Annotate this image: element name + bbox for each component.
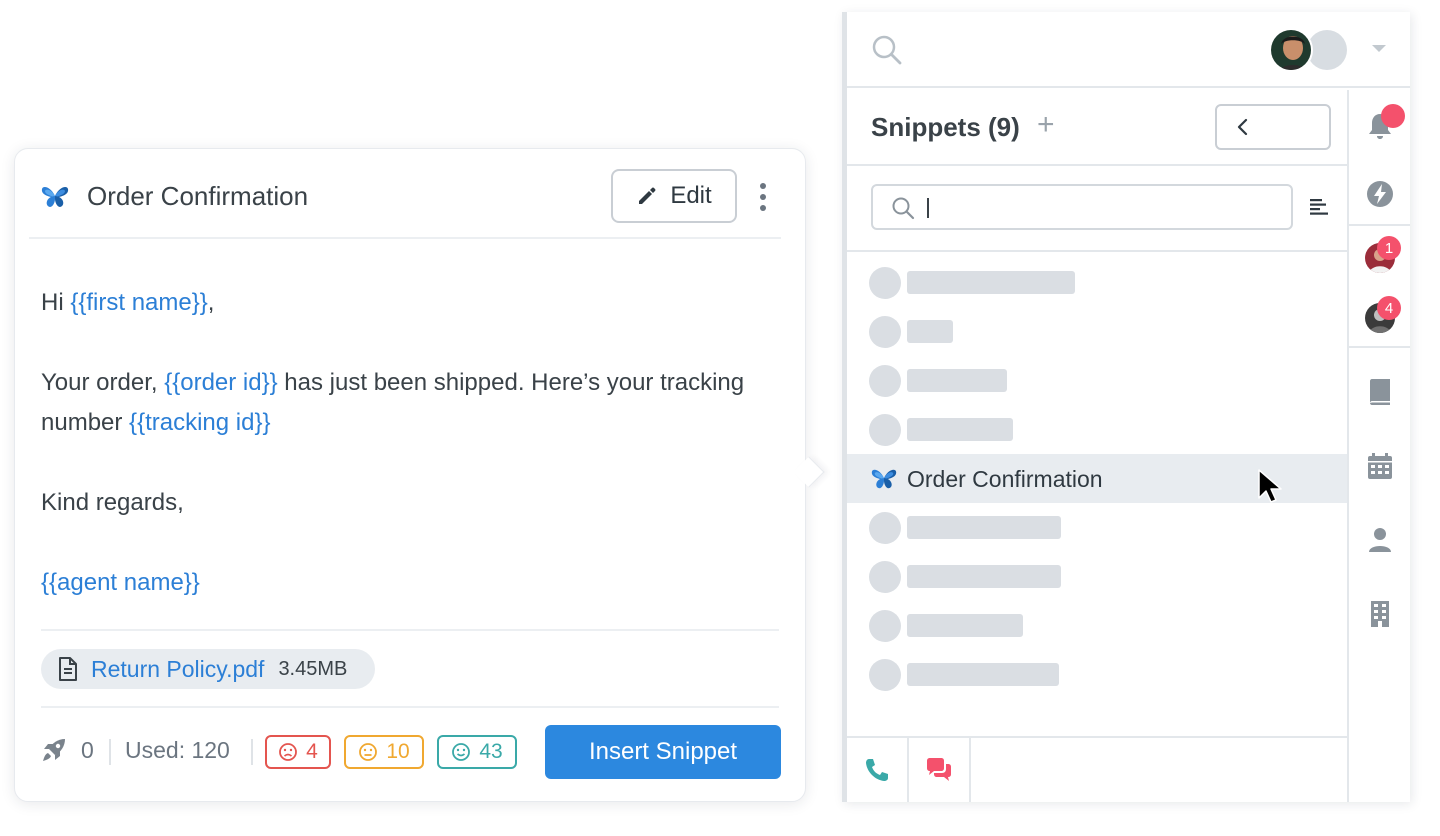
notification-dot (1381, 104, 1405, 128)
snippet-footer: 0 Used: 120 4 10 43 Insert Snippet (39, 725, 781, 779)
top-bar (847, 12, 1410, 88)
attachment-name: Return Policy.pdf (91, 655, 265, 682)
order-id-variable: {{order id}} (164, 369, 278, 396)
sad-rating-badge: 4 (265, 735, 331, 769)
separator (109, 739, 111, 765)
separator (251, 739, 253, 765)
neutral-face-icon (359, 743, 378, 761)
order-line: Your order, {{order id}} has just been s… (41, 369, 745, 436)
add-snippet-button[interactable]: + (1037, 108, 1055, 142)
list-item[interactable] (847, 650, 1347, 699)
snippet-title: Order Confirmation (87, 181, 309, 211)
snippet-body: Hi {{first name}}, Your order, {{order i… (41, 283, 781, 603)
sort-icon[interactable] (1309, 198, 1329, 216)
list-item[interactable] (847, 503, 1347, 552)
collapse-panel-button[interactable] (1215, 104, 1331, 150)
snippet-card-header: Order Confirmation Edit (29, 159, 781, 239)
snippet-preview-card: Order Confirmation Edit Hi {{first name}… (14, 148, 806, 802)
neutral-rating-badge: 10 (344, 735, 424, 769)
quick-actions-button[interactable] (1349, 164, 1410, 224)
greeting-line: Hi {{first name}}, (41, 289, 215, 316)
happy-face-icon (452, 743, 471, 761)
contacts-button[interactable] (1349, 510, 1410, 570)
mouse-pointer-icon (1258, 469, 1282, 503)
edit-button[interactable]: Edit (611, 169, 737, 223)
building-icon (1370, 601, 1389, 627)
edit-button-label: Edit (670, 182, 712, 209)
divider (41, 706, 779, 708)
used-count: Used: 120 (125, 737, 230, 763)
butterfly-logo-icon (871, 469, 897, 489)
search-icon[interactable] (871, 34, 903, 66)
companies-button[interactable] (1349, 584, 1410, 644)
list-item[interactable] (847, 601, 1347, 650)
chat-icon (927, 758, 951, 781)
divider (41, 629, 779, 631)
chevron-down-icon[interactable] (1371, 44, 1387, 54)
closing-line: Kind regards, (41, 489, 184, 516)
conversation-avatar-1[interactable]: 1 (1349, 228, 1410, 288)
unread-badge: 1 (1377, 236, 1401, 260)
list-item[interactable] (847, 356, 1347, 405)
snippet-search-box[interactable] (871, 184, 1293, 230)
text-cursor (927, 198, 929, 218)
avatar[interactable] (1269, 28, 1313, 72)
snippet-search-row (847, 168, 1347, 252)
tracking-id-variable: {{tracking id}} (129, 409, 271, 436)
calendar-button[interactable] (1349, 436, 1410, 496)
sad-face-icon (279, 743, 298, 761)
insert-snippet-button[interactable]: Insert Snippet (545, 725, 781, 779)
divider (1349, 224, 1410, 226)
chat-channel-button[interactable] (909, 738, 971, 802)
rocket-count: 0 (81, 737, 94, 763)
file-icon (59, 657, 77, 681)
bottom-channel-bar (847, 736, 1347, 802)
agent-name-variable: {{agent name}} (41, 569, 200, 596)
rocket-icon (43, 739, 65, 761)
first-name-variable: {{first name}} (70, 289, 208, 316)
list-item[interactable] (847, 258, 1347, 307)
knowledge-base-button[interactable] (1349, 362, 1410, 422)
unread-badge: 4 (1377, 296, 1401, 320)
pencil-icon (639, 187, 656, 204)
phone-channel-button[interactable] (847, 738, 909, 802)
list-item[interactable] (847, 405, 1347, 454)
signature-line: {{agent name}} (41, 563, 781, 603)
right-rail: 1 4 (1347, 90, 1410, 802)
snippets-title: Snippets (9) (871, 112, 1020, 142)
bolt-icon (1366, 181, 1393, 207)
search-icon (892, 197, 915, 220)
calendar-icon (1367, 453, 1392, 479)
chevron-left-icon (1237, 118, 1248, 136)
list-item-order-confirmation[interactable]: Order Confirmation (847, 454, 1347, 503)
attachment-chip[interactable]: Return Policy.pdf 3.45MB (41, 649, 376, 689)
snippet-search-input[interactable] (925, 194, 1265, 220)
book-icon (1369, 379, 1390, 405)
kebab-menu-icon[interactable] (749, 179, 777, 215)
happy-rating-badge: 43 (437, 735, 517, 769)
list-item-label: Order Confirmation (907, 466, 1103, 492)
list-item[interactable] (847, 552, 1347, 601)
snippets-header: Snippets (9) + (847, 90, 1347, 166)
conversation-avatar-2[interactable]: 4 (1349, 288, 1410, 348)
attachment-size: 3.45MB (278, 657, 348, 680)
butterfly-logo-icon (41, 187, 69, 207)
snippet-list: Order Confirmation (847, 258, 1347, 699)
user-avatar-image (1271, 30, 1311, 70)
list-item[interactable] (847, 307, 1347, 356)
phone-icon (866, 759, 888, 781)
notifications-button[interactable] (1349, 96, 1410, 156)
avatar-secondary[interactable] (1307, 30, 1347, 70)
person-icon (1368, 528, 1391, 552)
app-panel: Snippets (9) + Order Confirmation 1 4 (842, 12, 1410, 802)
divider (1349, 346, 1410, 348)
